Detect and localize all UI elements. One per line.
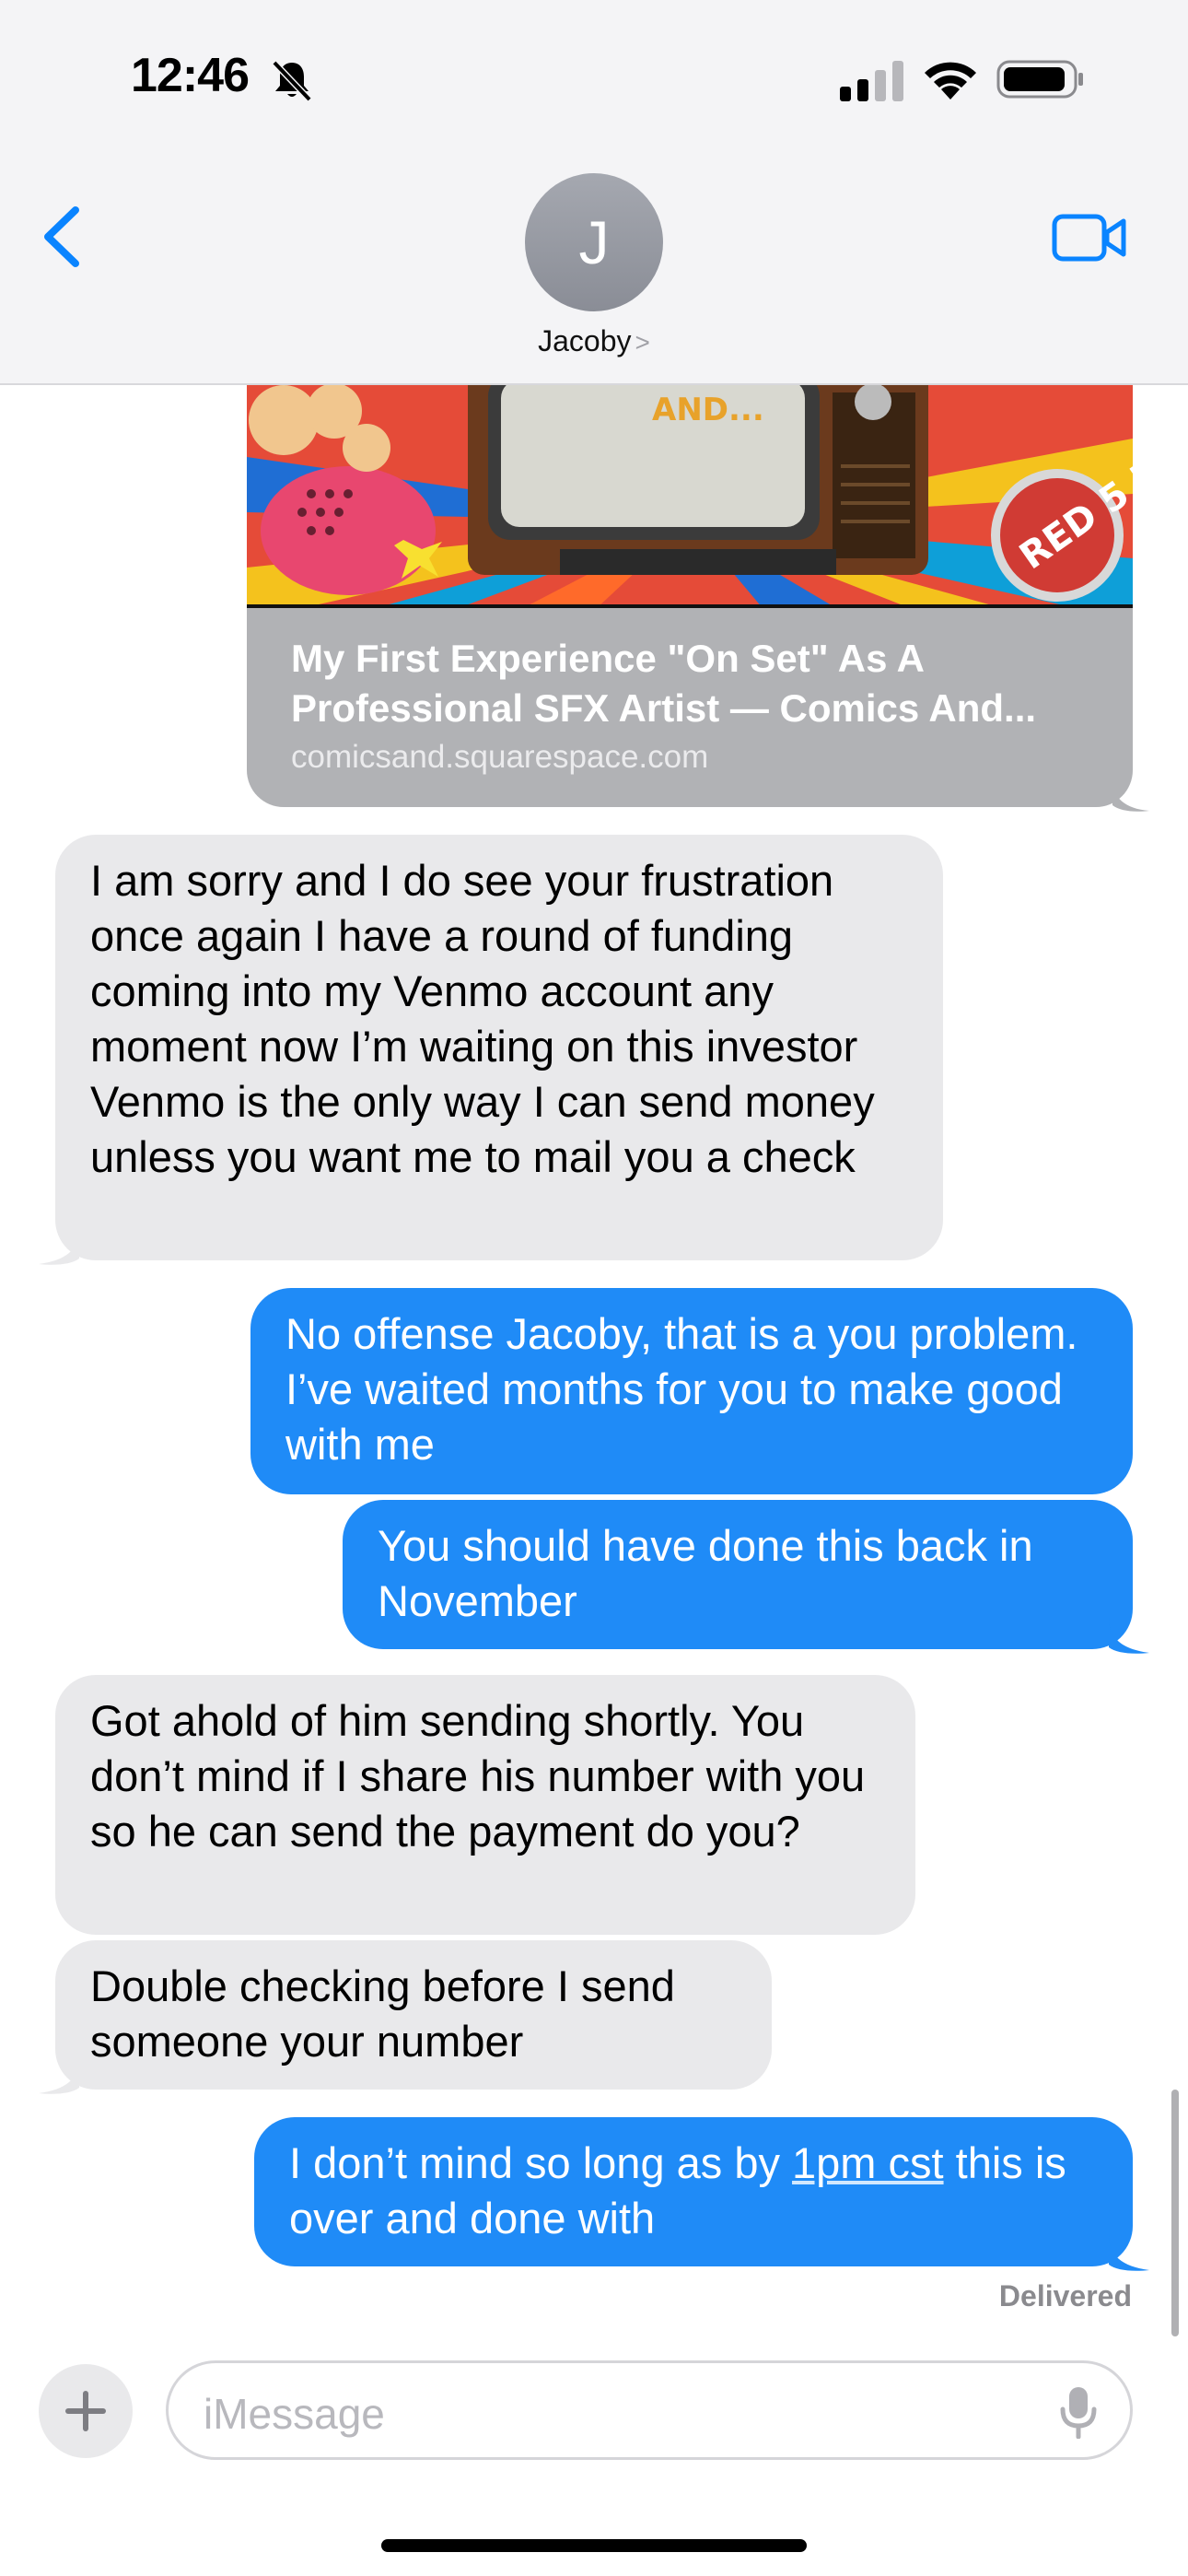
status-time: 12:46	[131, 49, 250, 102]
contact-name-label: Jacoby	[538, 324, 632, 357]
bubble-tail	[39, 1229, 79, 1265]
bubble-tail	[1109, 1618, 1149, 1654]
scrollbar[interactable]	[1171, 2090, 1179, 2336]
bubble-tail	[1109, 2235, 1149, 2271]
bell-slash-icon	[272, 60, 312, 102]
message-input[interactable]: iMessage	[166, 2360, 1133, 2460]
chevron-right-icon: >	[635, 328, 650, 357]
message-bubble-sent[interactable]: I don’t mind so long as by 1pm cst this …	[254, 2117, 1133, 2266]
microphone-icon[interactable]	[1060, 2385, 1097, 2439]
link-image-text: AND...	[652, 392, 764, 428]
battery-icon	[996, 60, 1083, 99]
bubble-tail	[39, 2058, 79, 2094]
plus-icon	[65, 2391, 106, 2431]
cellular-signal-icon	[840, 61, 903, 101]
video-camera-icon[interactable]	[1052, 212, 1127, 263]
wifi-icon	[925, 62, 976, 100]
avatar[interactable]: J	[525, 173, 663, 311]
message-bubble-received[interactable]: Got ahold of him sending shortly. You do…	[55, 1675, 915, 1935]
message-input-placeholder: iMessage	[204, 2390, 385, 2438]
message-text: Got ahold of him sending shortly. You do…	[90, 1696, 866, 1856]
conversation-header: 12:46 J Jacoby >	[0, 0, 1188, 385]
link-preview-card[interactable]: AND... RED 5 NETWORK My First Experience…	[247, 383, 1133, 807]
home-indicator[interactable]	[381, 2539, 807, 2552]
link-preview-title: My First Experience "On Set" As A Profes…	[291, 637, 1037, 730]
message-text: No offense Jacoby, that is a you problem…	[285, 1309, 1078, 1469]
message-text: I am sorry and I do see your frustration…	[90, 856, 875, 1181]
link-preview-domain: comicsand.squarespace.com	[291, 739, 709, 775]
message-link[interactable]: 1pm cst	[792, 2138, 944, 2187]
delivered-status: Delivered	[998, 2279, 1132, 2313]
message-bubble-sent[interactable]: No offense Jacoby, that is a you problem…	[250, 1288, 1133, 1494]
back-chevron-icon[interactable]	[37, 205, 87, 269]
avatar-initial: J	[578, 208, 610, 276]
contact-name[interactable]: Jacoby >	[0, 324, 1188, 358]
link-preview-image: AND... RED 5 NETWORK	[247, 383, 1133, 608]
message-bubble-received[interactable]: Double checking before I send someone yo…	[55, 1940, 772, 2090]
message-bubble-received[interactable]: I am sorry and I do see your frustration…	[55, 835, 943, 1260]
message-text: Double checking before I send someone yo…	[90, 1961, 675, 2066]
bubble-tail	[1112, 779, 1149, 812]
message-bubble-sent[interactable]: You should have done this back in Novemb…	[343, 1500, 1133, 1649]
message-text: I don’t mind so long as by	[289, 2138, 793, 2187]
add-attachment-button[interactable]	[39, 2364, 133, 2458]
message-text: You should have done this back in Novemb…	[378, 1521, 1033, 1625]
